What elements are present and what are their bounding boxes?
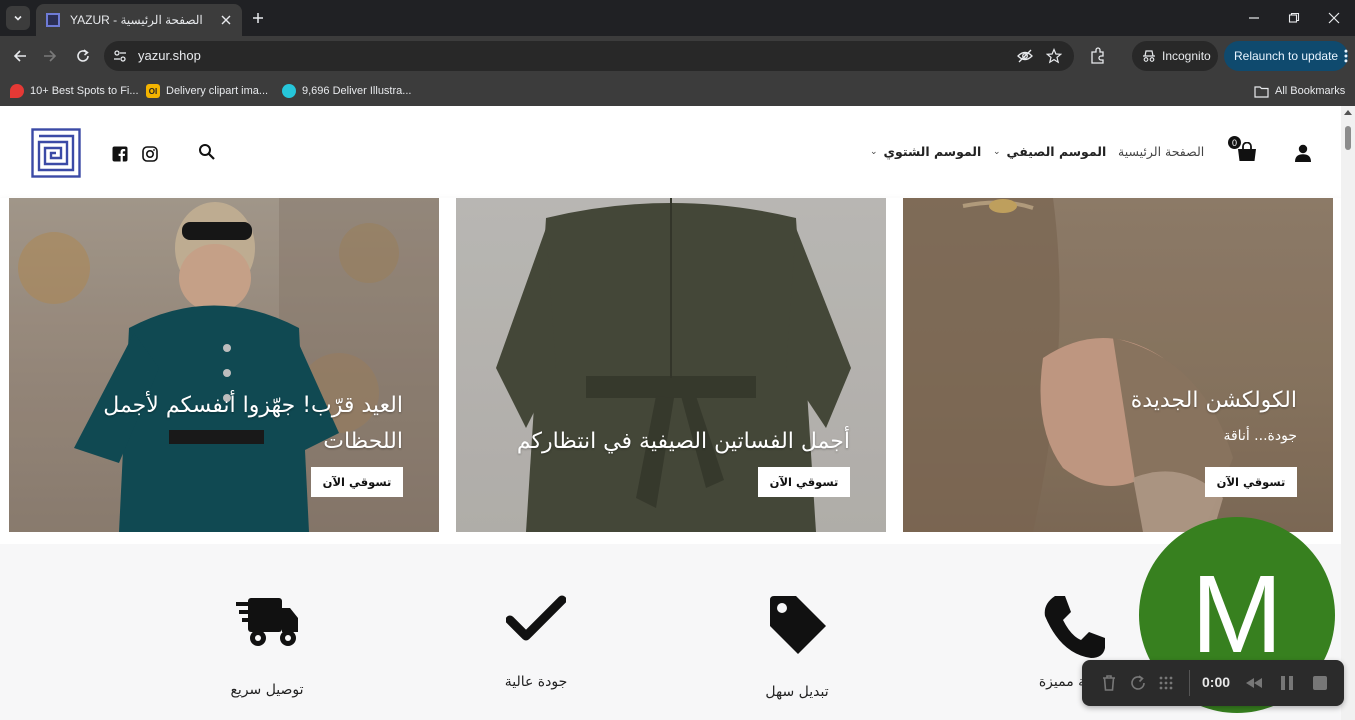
feature-label: تبديل سهل (765, 684, 829, 700)
banner-title: العيد قرّب! جهّزوا أنفسكم لأجمل (103, 393, 403, 418)
browser-chrome: YAZUR - الصفحة الرئيسية yazur.shop Incog… (0, 0, 1355, 106)
user-icon[interactable] (1294, 144, 1312, 162)
shop-now-button[interactable]: تسوقي الآن (311, 467, 403, 497)
feature-easy-exchange: تبديل سهل (717, 594, 877, 700)
chevron-down-icon: ⌄ (870, 146, 878, 157)
feature-fast-delivery: توصيل سريع (187, 594, 347, 698)
location-pin-icon (10, 84, 24, 98)
relaunch-to-update-button[interactable]: Relaunch to update (1224, 41, 1348, 71)
tab-strip: YAZUR - الصفحة الرئيسية (0, 0, 1355, 36)
restart-icon[interactable] (1129, 674, 1147, 692)
reload-button[interactable] (71, 44, 95, 68)
page-scrollbar[interactable] (1341, 106, 1355, 720)
nav-summer[interactable]: ⌄ الموسم الصيفي (993, 144, 1106, 159)
recorder-divider (1189, 670, 1190, 696)
rewind-icon[interactable] (1245, 674, 1263, 692)
extensions-icon[interactable] (1088, 46, 1108, 66)
bookmark-item[interactable]: 10+ Best Spots to Fi... (10, 81, 139, 101)
phone-icon (1044, 596, 1105, 658)
feature-label: توصيل سريع (230, 682, 304, 698)
checkmark-icon (506, 595, 566, 641)
feature-high-quality: جودة عالية (456, 594, 616, 690)
site-header: ⌄ الموسم الشتوي ⌄ الموسم الصيفي الصفحة ا… (0, 106, 1341, 198)
star-icon[interactable] (1046, 48, 1062, 64)
search-icon[interactable] (198, 143, 216, 161)
bookmark-label: 10+ Best Spots to Fi... (30, 85, 139, 97)
trash-icon[interactable] (1100, 674, 1118, 692)
hero-banner-eid[interactable]: العيد قرّب! جهّزوا أنفسكم لأجمل اللحظات … (9, 198, 439, 532)
banner-title: أجمل الفساتين الصيفية في انتظاركم (516, 429, 850, 454)
incognito-indicator[interactable]: Incognito (1132, 41, 1218, 71)
all-bookmarks-label: All Bookmarks (1275, 85, 1346, 97)
instagram-icon[interactable] (142, 146, 158, 162)
stop-icon[interactable] (1311, 674, 1329, 692)
incognito-label: Incognito (1162, 49, 1211, 63)
shop-now-button[interactable]: تسوقي الآن (1205, 467, 1297, 497)
plus-icon (253, 13, 263, 23)
active-tab[interactable]: YAZUR - الصفحة الرئيسية (36, 4, 242, 36)
scroll-thumb[interactable] (1345, 126, 1351, 150)
clipart-icon: OI (146, 84, 160, 98)
folder-icon (1254, 85, 1269, 98)
site-settings-icon[interactable] (112, 48, 128, 64)
close-icon (1328, 12, 1340, 24)
recording-timer: 0:00 (1202, 674, 1231, 690)
price-tag-icon (770, 596, 826, 654)
close-window-button[interactable] (1324, 8, 1344, 28)
pause-icon[interactable] (1278, 674, 1296, 692)
feature-label: جودة عالية (504, 674, 568, 690)
all-bookmarks-button[interactable]: All Bookmarks (1254, 81, 1345, 101)
bookmarks-bar: 10+ Best Spots to Fi... OI Delivery clip… (0, 76, 1355, 106)
address-bar[interactable]: yazur.shop (104, 41, 1074, 71)
banner-subtitle: جودة... أناقة (1223, 428, 1297, 444)
url-text: yazur.shop (138, 48, 201, 63)
banner-title: الكولكشن الجديدة (1130, 388, 1297, 413)
nav-summer-label: الموسم الصيفي (1006, 144, 1107, 159)
nav-winter-label: الموسم الشتوي (883, 144, 982, 159)
yazur-logo[interactable] (31, 128, 81, 178)
close-icon (221, 15, 231, 25)
tab-title: YAZUR - الصفحة الرئيسية (70, 13, 203, 27)
recorder-toolbar: 0:00 (1082, 660, 1344, 706)
bookmark-item[interactable]: 9,696 Deliver Illustra... (282, 81, 411, 101)
shop-now-button[interactable]: تسوقي الآن (758, 467, 850, 497)
forward-button[interactable] (38, 44, 62, 68)
scroll-up-arrow-icon[interactable] (1344, 110, 1352, 115)
eye-off-icon[interactable] (1017, 48, 1033, 64)
arrow-left-icon (13, 50, 26, 62)
illustration-icon (282, 84, 296, 98)
cart-count-badge: 0 (1228, 136, 1241, 149)
minimize-button[interactable] (1244, 8, 1264, 28)
restore-button[interactable] (1284, 8, 1304, 28)
grid-dots-icon[interactable] (1157, 674, 1175, 692)
new-tab-button[interactable] (248, 8, 268, 28)
nav-home[interactable]: الصفحة الرئيسية (1118, 144, 1204, 159)
reload-icon (77, 49, 89, 62)
incognito-icon (1143, 50, 1155, 62)
facebook-icon[interactable] (112, 146, 128, 162)
browser-toolbar: yazur.shop Incognito Relaunch to update (0, 36, 1355, 76)
kebab-menu-icon (1344, 49, 1348, 63)
chevron-down-icon (14, 15, 22, 21)
restore-icon (1288, 12, 1300, 23)
delivery-truck-icon (236, 598, 298, 646)
nav-winter[interactable]: ⌄ الموسم الشتوي (870, 144, 981, 159)
site-favicon-icon (46, 13, 60, 27)
banner-title-line2: اللحظات (323, 429, 403, 454)
bookmark-item[interactable]: OI Delivery clipart ima... (146, 81, 268, 101)
chevron-down-icon: ⌄ (993, 146, 1001, 157)
minimize-icon (1249, 17, 1259, 19)
arrow-right-icon (44, 50, 57, 62)
back-button[interactable] (8, 44, 32, 68)
nav-home-label: الصفحة الرئيسية (1118, 144, 1205, 159)
tab-close-button[interactable] (218, 12, 234, 28)
hero-banner-summer[interactable]: أجمل الفساتين الصيفية في انتظاركم تسوقي … (456, 198, 886, 532)
tab-search-button[interactable] (6, 6, 30, 30)
bookmark-label: 9,696 Deliver Illustra... (302, 85, 412, 97)
hero-banners: العيد قرّب! جهّزوا أنفسكم لأجمل اللحظات … (0, 198, 1341, 544)
hero-banner-new-collection[interactable]: الكولكشن الجديدة جودة... أناقة تسوقي الآ… (903, 198, 1333, 532)
relaunch-label: Relaunch to update (1234, 49, 1339, 63)
feature-great-service: خدمة مميزة (994, 594, 1154, 690)
bookmark-label: Delivery clipart ima... (166, 85, 269, 97)
